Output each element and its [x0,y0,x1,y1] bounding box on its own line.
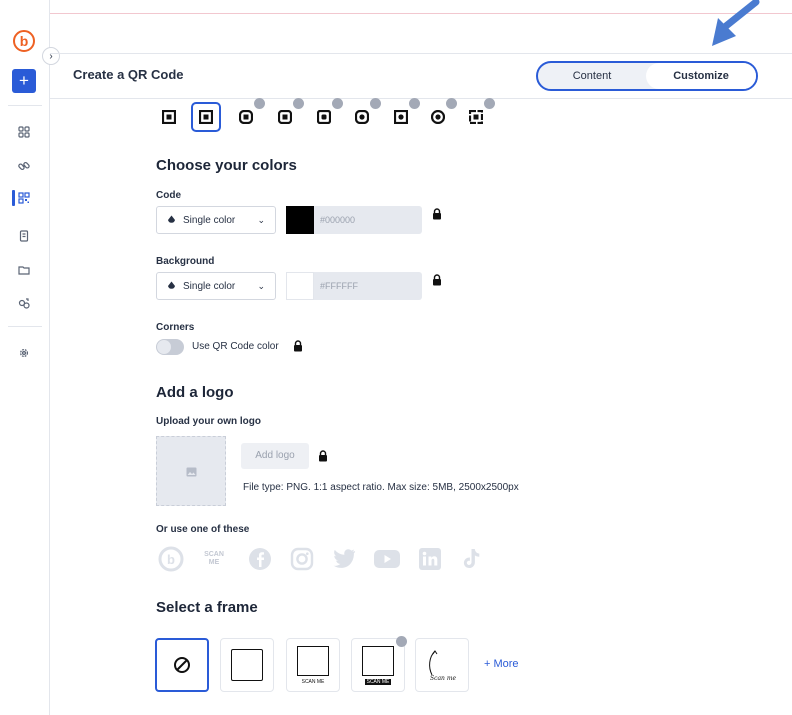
preset-logos-label: Or use one of these [156,524,250,535]
lock-icon [446,98,457,109]
background-color-swatch[interactable] [286,272,314,300]
pattern-option-locked[interactable] [349,98,381,130]
corners-toggle-label: Use QR Code color [192,341,279,352]
colors-heading: Choose your colors [156,157,297,174]
folder-icon[interactable] [16,262,32,278]
chevron-down-icon: ⌄ [257,280,265,291]
frame-scan-me-text: SCAN ME [301,678,325,685]
pages-icon[interactable] [16,228,32,244]
droplet-icon [168,281,175,289]
lock-icon [254,98,265,109]
header-top-divider [50,53,792,54]
logo-upload-area[interactable] [156,436,226,506]
pattern-option-locked[interactable] [272,98,304,130]
pattern-option-locked[interactable] [311,98,343,130]
frame-scan-me-script: Scan me [430,675,457,682]
code-color-label: Code [156,190,181,201]
lock-icon [370,98,381,109]
twitter-icon[interactable] [330,545,358,573]
pattern-option-locked[interactable] [463,98,495,130]
frame-scan-me-text: SCAN ME [364,678,392,685]
header-bottom-divider [50,98,792,99]
campaigns-icon[interactable] [16,296,32,312]
collapse-sidebar-button[interactable]: › [42,47,60,65]
background-color-mode-value: Single color [183,280,236,292]
bitly-icon[interactable]: b [157,545,185,573]
scan-me-icon[interactable]: SCAN ME [200,545,228,573]
pointer-arrow-icon [712,0,760,46]
svg-text:b: b [167,552,175,567]
code-color-mode-value: Single color [183,214,236,226]
lock-icon [332,98,343,109]
tiktok-icon[interactable] [457,545,485,573]
droplet-icon [168,215,175,223]
pattern-option-selected[interactable] [191,102,221,132]
lock-icon [294,340,302,352]
frame-heading: Select a frame [156,599,258,616]
lock-icon [484,98,495,109]
frame-option-script[interactable]: Scan me [415,638,469,692]
settings-icon[interactable] [16,345,32,361]
toggle-knob [157,340,171,354]
background-color-hex-input[interactable]: #FFFFFF [314,272,422,300]
bitly-logo[interactable]: b [13,30,35,52]
background-color-mode-select[interactable]: Single color ⌄ [156,272,276,300]
code-color-swatch[interactable] [286,206,314,234]
pattern-option-locked[interactable] [425,98,457,130]
create-new-button[interactable]: + [12,69,36,93]
image-icon [186,467,197,477]
pattern-option-locked[interactable] [388,98,420,130]
facebook-icon[interactable] [246,545,274,573]
frame-option-square[interactable] [220,638,274,692]
corners-label: Corners [156,322,195,333]
chevron-down-icon: ⌄ [257,214,265,225]
code-color-hex-input[interactable]: #000000 [314,206,422,234]
page-title: Create a QR Code [73,67,184,82]
corners-toggle[interactable] [156,339,184,355]
frame-option-none[interactable] [155,638,209,692]
sidebar-active-indicator [12,190,15,206]
lock-icon [293,98,304,109]
sidebar-divider [8,326,42,327]
tab-customize[interactable]: Customize [646,63,756,89]
link-icon[interactable] [16,158,32,174]
top-divider [0,13,792,14]
youtube-icon[interactable] [373,545,401,573]
dashboard-icon[interactable] [16,124,32,140]
logo-heading: Add a logo [156,384,234,401]
add-logo-button[interactable]: Add logo [241,443,309,469]
more-frames-link[interactable]: + More [484,658,519,670]
linkedin-icon[interactable] [416,545,444,573]
qr-code-icon[interactable] [16,190,32,206]
upload-logo-label: Upload your own logo [156,416,261,427]
lock-icon [433,208,441,220]
lock-icon [396,636,407,647]
code-color-mode-select[interactable]: Single color ⌄ [156,206,276,234]
background-color-label: Background [156,256,215,267]
pattern-option-locked[interactable] [233,98,265,130]
sidebar-divider [8,105,42,106]
tab-content[interactable]: Content [538,63,646,89]
lock-icon [409,98,420,109]
lock-icon [319,450,327,462]
frame-option-scan-me[interactable]: SCAN ME [286,638,340,692]
instagram-icon[interactable] [288,545,316,573]
pattern-option[interactable] [156,104,182,130]
frame-option-scan-me-filled[interactable]: SCAN ME [351,636,407,692]
no-frame-icon [174,657,190,673]
logo-file-info: File type: PNG. 1:1 aspect ratio. Max si… [243,482,519,493]
lock-icon [433,274,441,286]
